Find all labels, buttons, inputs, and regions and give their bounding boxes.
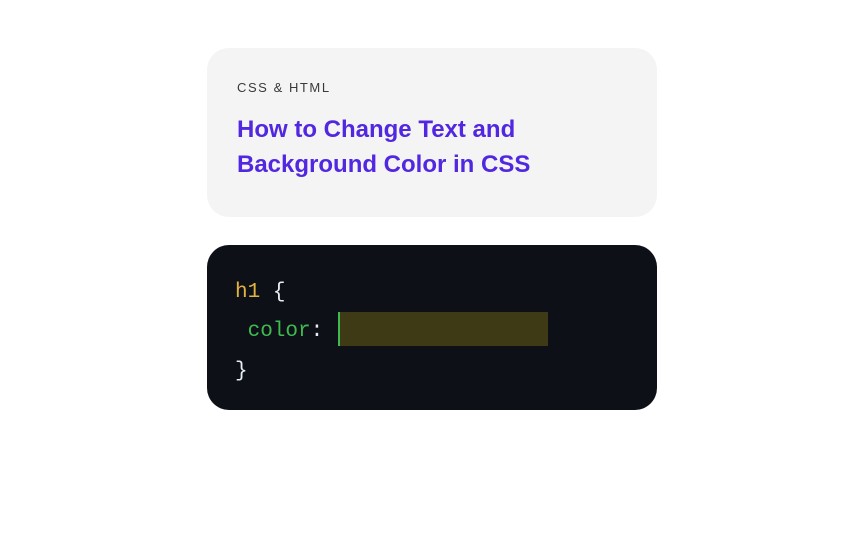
code-value-input[interactable] <box>338 312 548 346</box>
code-line-3: } <box>235 352 629 392</box>
code-editor: h1 { color: } <box>207 245 657 411</box>
code-brace-close: } <box>235 360 248 383</box>
article-title: How to Change Text and Background Color … <box>237 113 627 183</box>
article-card[interactable]: CSS & HTML How to Change Text and Backgr… <box>207 48 657 217</box>
code-brace-open: { <box>273 281 286 304</box>
code-colon: : <box>311 320 324 343</box>
code-property: color <box>248 320 311 343</box>
code-selector: h1 <box>235 281 260 304</box>
article-category: CSS & HTML <box>237 80 627 95</box>
code-line-1: h1 { <box>235 273 629 313</box>
code-line-2: color: <box>235 312 629 352</box>
